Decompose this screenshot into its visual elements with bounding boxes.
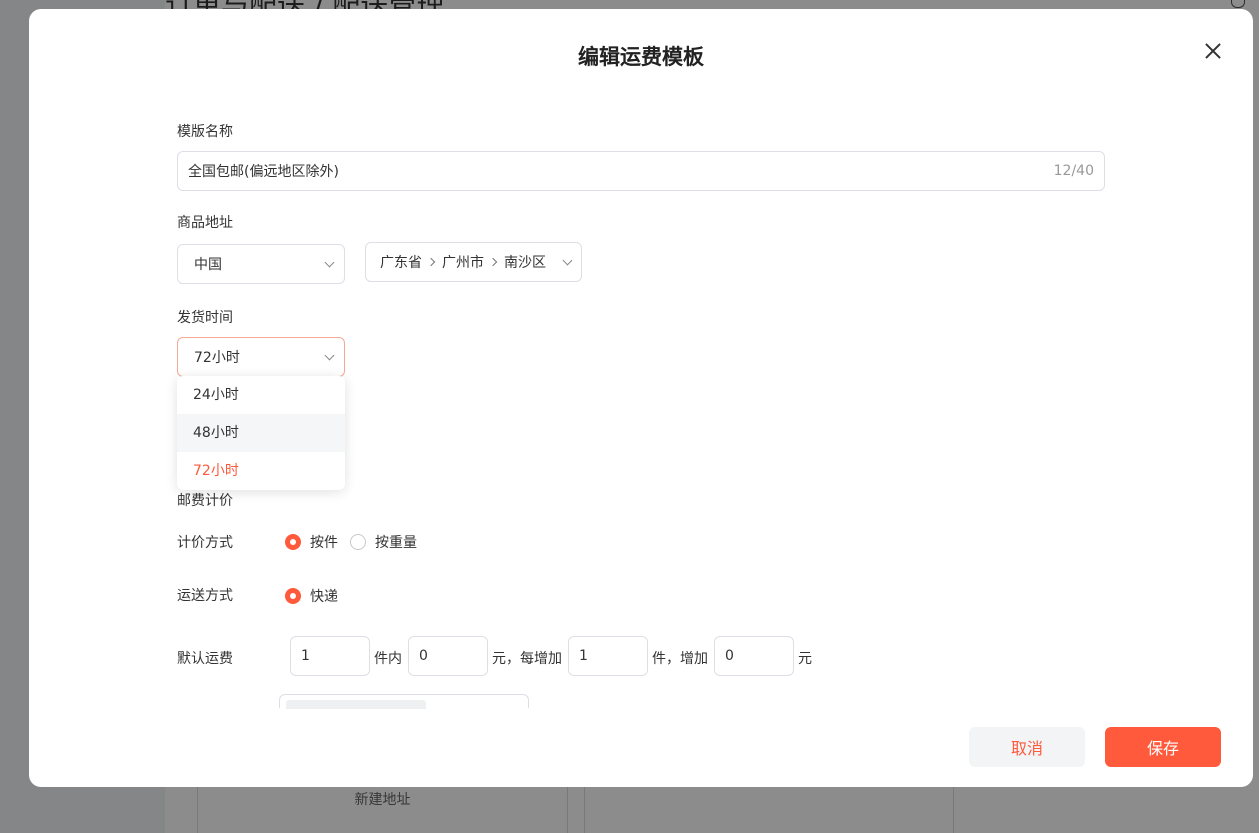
table-header xyxy=(286,700,426,709)
first-fee-suffix: 元，每增加 xyxy=(492,651,562,667)
dialog-title: 编辑运费模板 xyxy=(578,45,704,69)
template-name-label: 模版名称 xyxy=(177,124,233,140)
first-qty-suffix: 件内 xyxy=(374,651,402,667)
delivery-express-label: 快递 xyxy=(310,589,338,605)
add-fee-value: 0 xyxy=(725,648,734,664)
ship-time-select[interactable]: 72小时 xyxy=(177,337,345,377)
add-qty-suffix: 件，增加 xyxy=(652,651,708,667)
delivery-method-label: 运送方式 xyxy=(177,588,233,604)
pricing-by-weight-radio[interactable]: 按重量 xyxy=(350,532,417,552)
chevron-right-icon xyxy=(426,257,436,266)
region-city: 广州市 xyxy=(442,255,484,271)
cancel-button[interactable]: 取消 xyxy=(969,727,1085,767)
chevron-down-icon xyxy=(324,257,335,268)
region-fee-table xyxy=(279,694,529,709)
ship-time-dropdown: 24小时 48小时 72小时 xyxy=(177,376,345,490)
first-fee-input[interactable]: 0 xyxy=(408,636,488,676)
edit-shipping-template-dialog: 编辑运费模板 模版名称 全国包邮(偏远地区除外) 12/40 商品地址 中国 广… xyxy=(29,9,1253,787)
char-counter: 12/40 xyxy=(1053,163,1094,179)
chevron-down-icon xyxy=(324,350,335,361)
region-district: 南沙区 xyxy=(504,255,546,271)
pricing-by-piece-radio[interactable]: 按件 xyxy=(285,532,338,552)
postage-section-label: 邮费计价 xyxy=(177,493,233,509)
option-24h[interactable]: 24小时 xyxy=(177,376,345,414)
pricing-by-weight-label: 按重量 xyxy=(375,535,417,551)
option-72h[interactable]: 72小时 xyxy=(177,452,345,490)
add-fee-input[interactable]: 0 xyxy=(714,636,794,676)
template-name-value: 全国包邮(偏远地区除外) xyxy=(188,164,339,180)
add-qty-value: 1 xyxy=(579,648,588,664)
goods-address-label: 商品地址 xyxy=(177,215,233,231)
first-qty-value: 1 xyxy=(301,648,310,664)
pricing-method-label: 计价方式 xyxy=(177,535,233,551)
chevron-right-icon xyxy=(488,257,498,266)
default-fee-label: 默认运费 xyxy=(177,651,233,667)
option-48h[interactable]: 48小时 xyxy=(177,414,345,452)
radio-checked-icon xyxy=(285,588,301,604)
country-select[interactable]: 中国 xyxy=(177,244,345,284)
template-name-input[interactable]: 全国包邮(偏远地区除外) 12/40 xyxy=(177,151,1105,191)
radio-unchecked-icon xyxy=(350,534,366,550)
save-button[interactable]: 保存 xyxy=(1105,727,1221,767)
delivery-express-radio[interactable]: 快递 xyxy=(285,586,338,606)
first-qty-input[interactable]: 1 xyxy=(290,636,370,676)
radio-checked-icon xyxy=(285,534,301,550)
region-province: 广东省 xyxy=(380,255,422,271)
close-icon[interactable] xyxy=(1201,39,1225,63)
country-value: 中国 xyxy=(194,257,222,273)
add-qty-input[interactable]: 1 xyxy=(568,636,648,676)
first-fee-value: 0 xyxy=(419,648,428,664)
chevron-down-icon xyxy=(562,255,573,266)
add-fee-suffix: 元 xyxy=(798,651,812,667)
ship-time-label: 发货时间 xyxy=(177,310,233,326)
region-cascader[interactable]: 广东省 广州市 南沙区 xyxy=(365,242,582,282)
ship-time-value: 72小时 xyxy=(194,350,240,366)
pricing-by-piece-label: 按件 xyxy=(310,535,338,551)
